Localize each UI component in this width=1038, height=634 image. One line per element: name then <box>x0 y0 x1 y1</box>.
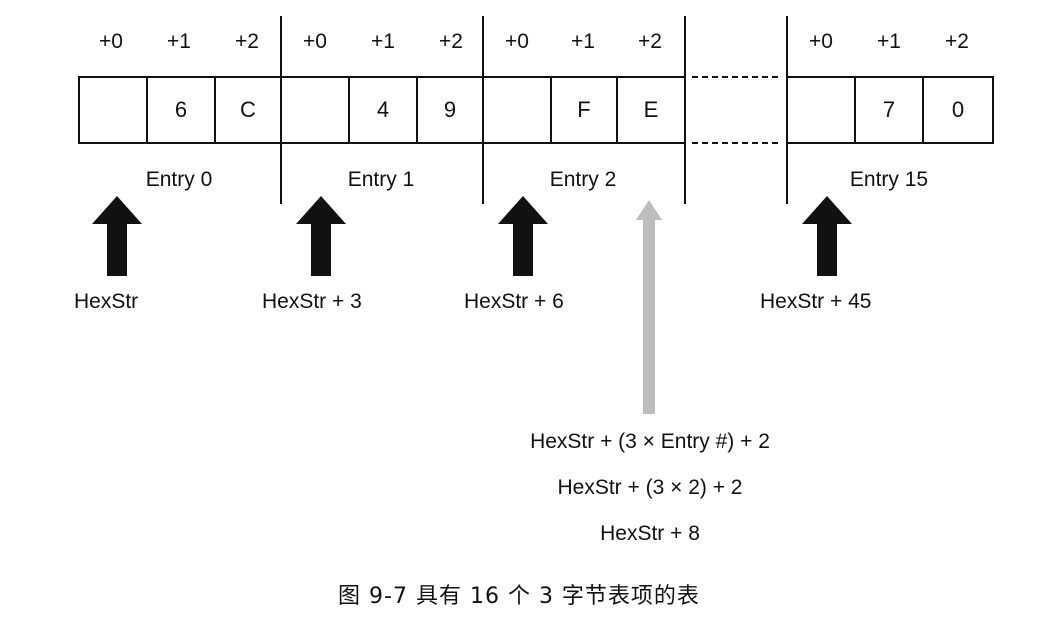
offset-label: +0 <box>505 30 529 53</box>
byte-cell <box>78 76 148 144</box>
figure-caption: 图 9-7 具有 16 个 3 字节表项的表 <box>338 584 700 609</box>
byte-cell: 0 <box>922 76 994 144</box>
up-arrow-icon <box>802 196 852 276</box>
entry-label: Entry 1 <box>347 168 415 191</box>
offset-label: +2 <box>235 30 259 53</box>
up-arrow-icon <box>296 196 346 276</box>
ellipsis-dash-bottom <box>692 142 778 144</box>
up-arrow-icon <box>92 196 142 276</box>
ellipsis-dash-top <box>692 76 778 78</box>
byte-cell: 9 <box>416 76 484 144</box>
formula-line: HexStr + (3 × 2) + 2 <box>557 476 743 499</box>
byte-cell: C <box>214 76 282 144</box>
byte-cell: E <box>616 76 686 144</box>
offset-label: +1 <box>571 30 595 53</box>
offset-label: +2 <box>638 30 662 53</box>
offset-label: +1 <box>371 30 395 53</box>
highlight-up-arrow-icon <box>636 200 662 414</box>
offset-label: +1 <box>877 30 901 53</box>
formula-line: HexStr + 8 <box>600 522 700 545</box>
byte-cell <box>786 76 856 144</box>
pointer-label: HexStr <box>74 290 139 313</box>
byte-cell: F <box>550 76 618 144</box>
offset-label: +2 <box>945 30 969 53</box>
offset-label: +2 <box>439 30 463 53</box>
offset-label: +1 <box>167 30 191 53</box>
pointer-label: HexStr + 3 <box>262 290 362 313</box>
byte-cell: 7 <box>854 76 924 144</box>
formula-line: HexStr + (3 × Entry #) + 2 <box>530 430 770 453</box>
up-arrow-icon <box>498 196 548 276</box>
pointer-label: HexStr + 6 <box>464 290 564 313</box>
pointer-label: HexStr + 45 <box>760 290 872 313</box>
offset-label: +0 <box>99 30 123 53</box>
byte-cell: 4 <box>348 76 418 144</box>
byte-cell: 6 <box>146 76 216 144</box>
entry-label: Entry 0 <box>145 168 213 191</box>
entry-label: Entry 2 <box>549 168 617 191</box>
table-diagram: +0 +1 +2 +0 +1 +2 +0 +1 +2 +0 +1 +2 6 C … <box>0 0 1038 634</box>
offset-label: +0 <box>303 30 327 53</box>
entry-label: Entry 15 <box>849 168 929 191</box>
byte-cell <box>280 76 350 144</box>
offset-label: +0 <box>809 30 833 53</box>
byte-cell <box>482 76 552 144</box>
